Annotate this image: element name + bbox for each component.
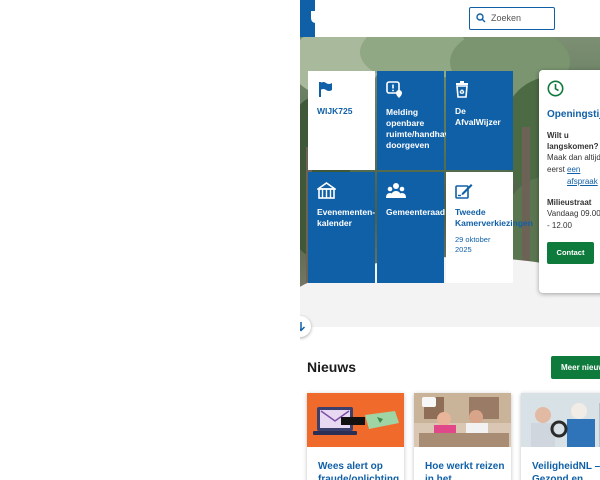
visit-text-line2: eerst een afspraak (547, 164, 600, 188)
election-date: 29 oktober 2025 (455, 235, 491, 254)
news-card[interactable]: VeiligheidNL – Gezond en (521, 393, 600, 480)
waste-bin-icon: ♻ (456, 81, 468, 98)
news-image-fraud (307, 393, 404, 447)
municipality-logo[interactable] (300, 0, 319, 37)
milieustraat-hours-end: - 12.00 (547, 221, 572, 230)
news-image-health (521, 393, 600, 447)
tile-melding-openbare-ruimte[interactable]: Melding openbare ruimte/handhaving doorg… (377, 71, 462, 170)
tile-label: Gemeenteraad (386, 207, 446, 217)
ballot-icon (455, 184, 473, 199)
library-people-photo (414, 393, 511, 447)
visit-text-eerst: eerst (547, 165, 565, 174)
opening-hours-card: Openingstijden Wilt u langskomen? Maak d… (539, 70, 600, 293)
arrow-down-icon (300, 322, 306, 332)
tile-label: Tweede Kamerverkiezingen (455, 207, 533, 228)
contact-button[interactable]: Contact (547, 242, 594, 264)
milieustraat-heading: Milieustraat (547, 198, 592, 207)
site-header: Zoeken (300, 0, 600, 37)
search-input[interactable]: Zoeken (469, 7, 555, 30)
browser-viewport: Zoeken WIJK725 Melding openbare ruimte/h… (300, 0, 600, 480)
search-placeholder: Zoeken (491, 13, 522, 23)
more-news-button[interactable]: Meer nieuws (551, 356, 600, 379)
clock-icon (547, 80, 564, 97)
appointment-link[interactable]: een afspraak (567, 164, 598, 188)
visit-heading: Wilt u langskomen? (547, 131, 599, 151)
news-card-title: Wees alert op fraude/oplichting (318, 461, 400, 480)
news-card[interactable]: Hoe werkt reizen in het (414, 393, 511, 480)
news-card[interactable]: Wees alert op fraude/oplichting (307, 393, 404, 480)
flag-icon (319, 82, 332, 97)
tile-label: Evenementen-kalender (317, 207, 376, 228)
news-card-title: Hoe werkt reizen in het (425, 461, 505, 480)
search-icon (476, 13, 486, 23)
visit-text: Maak dan altijd (547, 153, 600, 162)
tile-evenementenkalender[interactable]: Evenementen-kalender (308, 172, 375, 283)
tile-label: De AfvalWijzer (455, 106, 501, 127)
report-location-icon (386, 81, 402, 98)
tile-label: WIJK725 (317, 106, 353, 116)
tile-label: Melding openbare ruimte/handhaving doorg… (386, 107, 463, 150)
svg-text:♻: ♻ (459, 89, 464, 96)
news-card-title: VeiligheidNL – Gezond en (532, 461, 600, 480)
milieustraat-hours: Vandaag 09.00 (547, 209, 600, 218)
news-image-travel (414, 393, 511, 447)
tile-wijk725[interactable]: WIJK725 (308, 71, 375, 170)
opening-hours-title: Openingstijden (547, 109, 600, 120)
seniors-exercise-photo (521, 393, 600, 447)
laptop-email-illustration (313, 407, 399, 435)
tile-gemeenteraad[interactable]: Gemeenteraad (377, 172, 446, 283)
tile-afvalwijzer[interactable]: ♻ De AfvalWijzer (446, 71, 513, 170)
shield-icon (311, 11, 319, 23)
tent-icon (317, 182, 336, 199)
news-heading: Nieuws (307, 359, 357, 375)
people-icon (386, 183, 406, 198)
tile-tweede-kamerverkiezingen[interactable]: Tweede Kamerverkiezingen 29 oktober 2025 (446, 172, 533, 283)
